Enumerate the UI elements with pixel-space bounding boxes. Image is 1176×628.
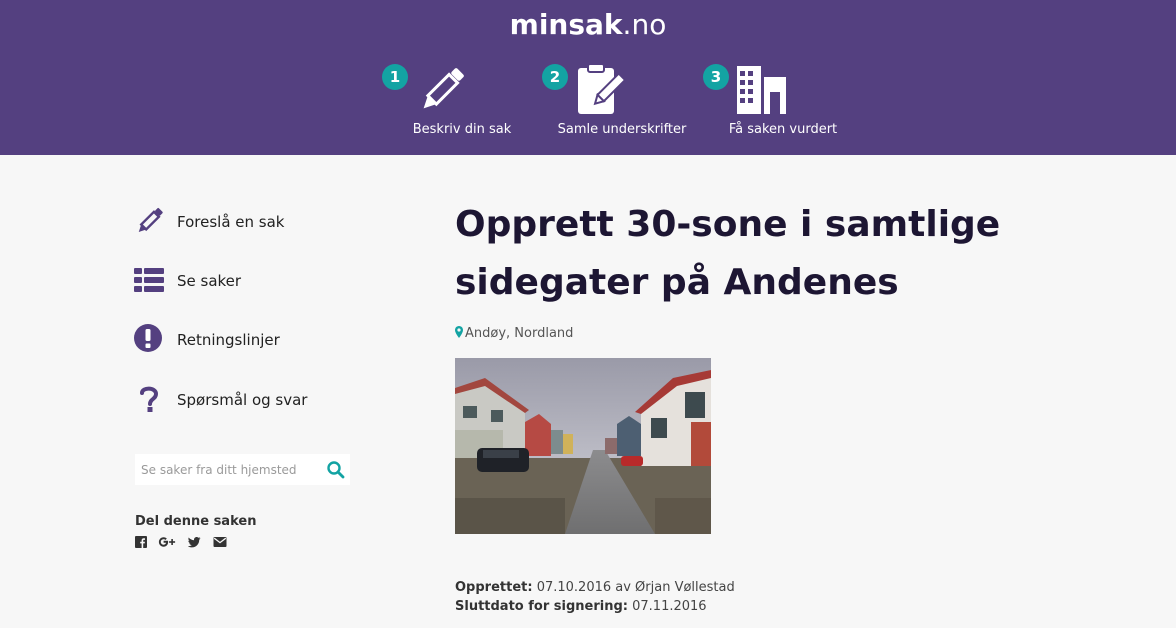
- site-logo[interactable]: minsak.no: [0, 8, 1176, 41]
- map-marker-icon: [455, 326, 463, 338]
- pencil-icon: [138, 207, 163, 232]
- share-heading: Del denne saken: [135, 514, 257, 529]
- deadline-value: 07.11.2016: [632, 599, 707, 614]
- created-value: 07.10.2016 av Ørjan Vøllestad: [536, 580, 735, 595]
- pencil-icon: [423, 68, 464, 109]
- exclamation-circle-icon: [134, 324, 162, 352]
- site-header: minsak.no 1 Beskriv din sak 2 Samle unde…: [0, 0, 1176, 155]
- sidebar-item-label: Foreslå en sak: [177, 213, 285, 231]
- step-number-badge: 3: [703, 64, 729, 90]
- sidebar-item-label: Se saker: [177, 272, 242, 290]
- google-plus-icon[interactable]: [158, 535, 176, 549]
- search-icon[interactable]: [326, 460, 346, 480]
- sidebar-item-label: Spørsmål og svar: [177, 391, 308, 409]
- step-label: Beskriv din sak: [412, 122, 512, 137]
- sidebar-item-label: Retningslinjer: [177, 331, 280, 349]
- step-2[interactable]: 2 Samle underskrifter: [542, 62, 702, 142]
- petition-photo[interactable]: [455, 358, 711, 534]
- deadline-info: Sluttdato for signering: 07.11.2016: [455, 599, 707, 614]
- sidebar-item-sporsmal[interactable]: Spørsmål og svar: [133, 383, 353, 417]
- sidebar-item-retningslinjer[interactable]: Retningslinjer: [133, 323, 353, 357]
- step-1[interactable]: 1 Beskriv din sak: [382, 62, 542, 142]
- petition-location: Andøy, Nordland: [455, 326, 573, 341]
- clipboard-sign-icon: [578, 63, 627, 114]
- email-icon[interactable]: [213, 535, 227, 549]
- location-text: Andøy, Nordland: [465, 326, 574, 341]
- facebook-icon[interactable]: [135, 535, 147, 549]
- created-label: Opprettet:: [455, 580, 533, 595]
- list-icon: [134, 268, 164, 292]
- sidebar-item-foresla[interactable]: Foreslå en sak: [133, 205, 353, 239]
- building-icon: [737, 66, 786, 114]
- created-info: Opprettet: 07.10.2016 av Ørjan Vøllestad: [455, 580, 735, 595]
- step-number-badge: 2: [542, 64, 568, 90]
- step-label: Få saken vurdert: [728, 122, 838, 137]
- question-icon: [140, 386, 159, 412]
- deadline-label: Sluttdato for signering:: [455, 599, 628, 614]
- share-links: [135, 535, 235, 549]
- search-input[interactable]: [135, 454, 320, 485]
- hometown-search: [135, 454, 350, 485]
- step-3[interactable]: 3 Få saken vurdert: [703, 62, 863, 142]
- sidebar-item-se-saker[interactable]: Se saker: [133, 264, 353, 298]
- twitter-icon[interactable]: [188, 535, 201, 549]
- step-label: Samle underskrifter: [557, 122, 687, 137]
- step-number-badge: 1: [382, 64, 408, 90]
- petition-title: Opprett 30-sone i samtlige sidegater på …: [455, 204, 1001, 303]
